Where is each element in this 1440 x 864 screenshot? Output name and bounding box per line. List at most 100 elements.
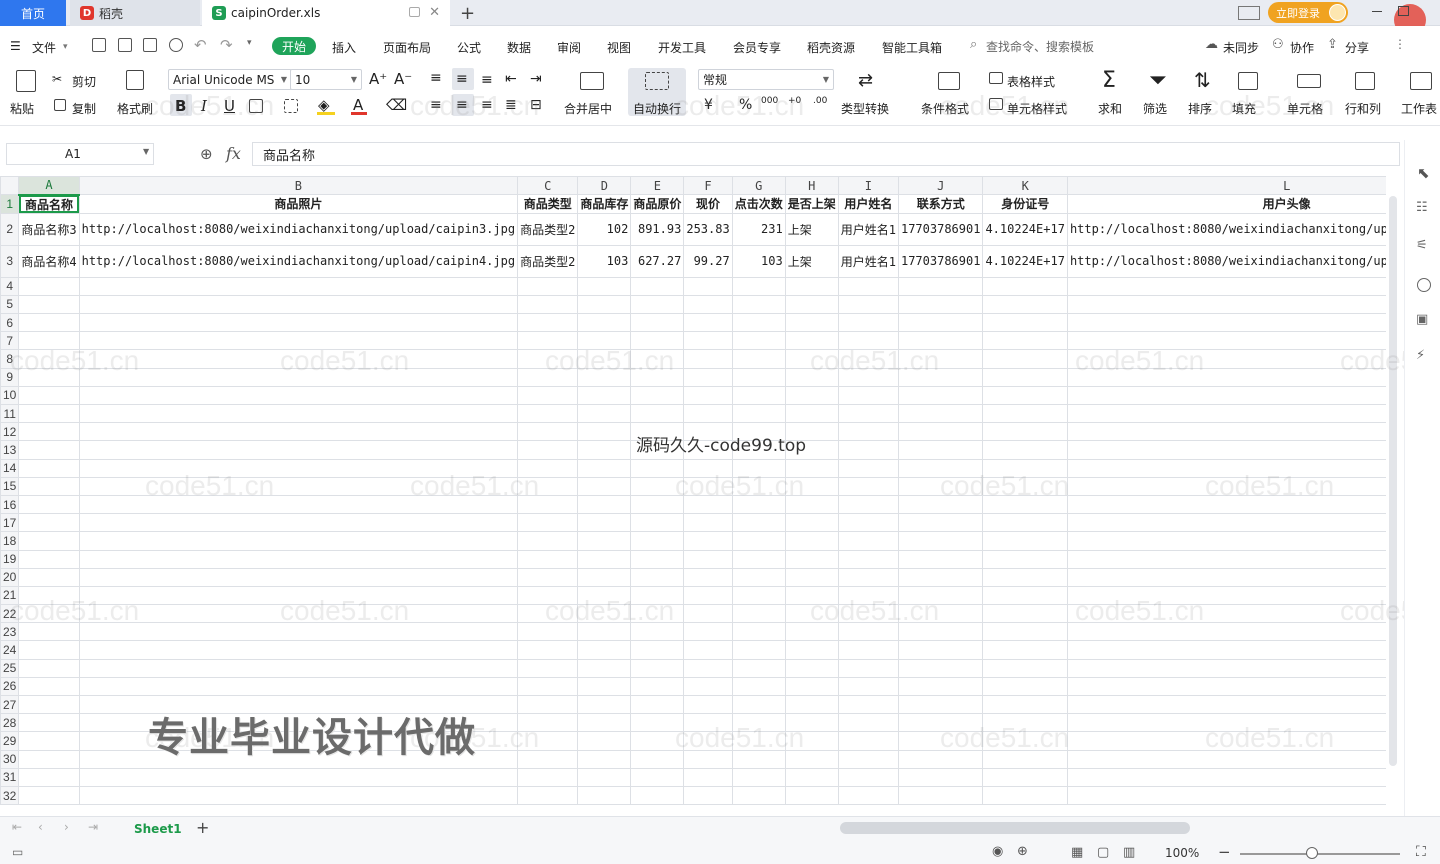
cell-d15[interactable] (577, 476, 632, 496)
redo-icon[interactable]: ↷ (220, 36, 233, 54)
cell-k14[interactable] (982, 458, 1068, 478)
row-header-30[interactable]: 30 (0, 749, 20, 769)
cell-g6[interactable] (731, 313, 786, 333)
cell-c4[interactable] (517, 276, 579, 296)
cell-d26[interactable] (577, 676, 632, 697)
cell-e8[interactable] (630, 349, 685, 369)
cell-k17[interactable] (982, 513, 1068, 533)
cell-b6[interactable] (78, 313, 519, 333)
cell-g26[interactable] (731, 676, 786, 697)
cell-j8[interactable] (897, 349, 984, 369)
cell-e18[interactable] (630, 531, 685, 551)
cell-d23[interactable] (577, 622, 632, 642)
more-icon[interactable]: ⋮ (1394, 37, 1406, 51)
cell-h3[interactable]: 上架 (784, 244, 839, 278)
cell-d13[interactable] (577, 440, 632, 460)
cell-e19[interactable] (630, 549, 685, 569)
cell-k19[interactable] (982, 549, 1068, 569)
column-header-d[interactable]: D (577, 176, 632, 196)
row-header-29[interactable]: 29 (0, 731, 20, 751)
cell-i15[interactable] (837, 476, 899, 496)
cell-e27[interactable] (630, 694, 685, 715)
cell-d19[interactable] (577, 549, 632, 569)
cell-j15[interactable] (897, 476, 984, 496)
cell-f19[interactable] (683, 549, 733, 569)
cell-l24[interactable] (1066, 640, 1386, 660)
cell-f7[interactable] (683, 331, 733, 351)
cell-f24[interactable] (683, 640, 733, 660)
cell-l20[interactable] (1066, 567, 1386, 587)
cell-e6[interactable] (630, 313, 685, 333)
distributed-icon[interactable]: ⊟ (530, 97, 542, 113)
cell-b19[interactable] (78, 549, 519, 569)
column-header-k[interactable]: K (982, 176, 1068, 196)
cell-l30[interactable] (1066, 749, 1386, 769)
cell-c31[interactable] (517, 767, 579, 787)
cell-e2[interactable]: 891.93 (630, 212, 685, 246)
row-header-31[interactable]: 31 (0, 767, 20, 787)
row-header-25[interactable]: 25 (0, 658, 20, 678)
cell-g17[interactable] (731, 513, 786, 533)
cell-k6[interactable] (982, 313, 1068, 333)
cell-k9[interactable] (982, 367, 1068, 387)
cell-i27[interactable] (837, 694, 899, 715)
cell-j3[interactable]: 17703786901 (897, 244, 984, 278)
cell-b26[interactable] (78, 676, 519, 697)
copy-button[interactable]: 复制 (72, 100, 96, 117)
menu-data[interactable]: 数据 (507, 39, 531, 56)
cell-a27[interactable] (18, 694, 80, 715)
cell-a3[interactable]: 商品名称4 (18, 244, 80, 278)
zoom-formula-icon[interactable]: ⊕ (200, 145, 213, 163)
cell-h17[interactable] (784, 513, 839, 533)
cell-i30[interactable] (837, 749, 899, 769)
cell-k27[interactable] (982, 694, 1068, 715)
cell-i14[interactable] (837, 458, 899, 478)
cell-g20[interactable] (731, 567, 786, 587)
cell-f29[interactable] (683, 731, 733, 751)
cell-a13[interactable] (18, 440, 80, 460)
cell-e14[interactable] (630, 458, 685, 478)
sort-button[interactable]: 排序 (1188, 100, 1212, 117)
cell-l26[interactable] (1066, 676, 1386, 697)
cell-d32[interactable] (577, 785, 632, 806)
menu-page-layout[interactable]: 页面布局 (383, 39, 431, 56)
cell-l31[interactable] (1066, 767, 1386, 787)
filter-button[interactable]: 筛选 (1143, 100, 1167, 117)
cell-j10[interactable] (897, 385, 984, 406)
cell-e21[interactable] (630, 585, 685, 606)
input-method-icon[interactable]: ⊕ (1017, 844, 1028, 859)
cell-c11[interactable] (517, 403, 579, 424)
cell-h30[interactable] (784, 749, 839, 769)
indent-decrease-icon[interactable]: ⇤ (505, 71, 517, 87)
cell-g29[interactable] (731, 731, 786, 751)
sum-button[interactable]: 求和 (1098, 100, 1122, 117)
cell-c8[interactable] (517, 349, 579, 369)
row-header-22[interactable]: 22 (0, 604, 20, 624)
cell-c13[interactable] (517, 440, 579, 460)
cell-k26[interactable] (982, 676, 1068, 697)
cell-j32[interactable] (897, 785, 984, 806)
cell-j29[interactable] (897, 731, 984, 751)
cell-g32[interactable] (731, 785, 786, 806)
column-header-i[interactable]: I (837, 176, 899, 196)
cell-d6[interactable] (577, 313, 632, 333)
menu-file[interactable]: 文件 (32, 39, 56, 56)
cell-k3[interactable]: 4.10224E+17 (982, 244, 1068, 278)
cut-button[interactable]: 剪切 (72, 73, 96, 90)
cell-b8[interactable] (78, 349, 519, 369)
cell-g3[interactable]: 103 (731, 244, 786, 278)
cell-c21[interactable] (517, 585, 579, 606)
cell-k22[interactable] (982, 604, 1068, 624)
cell-h15[interactable] (784, 476, 839, 496)
cell-d12[interactable] (577, 422, 632, 442)
cell-l15[interactable] (1066, 476, 1386, 496)
cell-h21[interactable] (784, 585, 839, 606)
cell-h9[interactable] (784, 367, 839, 387)
font-family-select[interactable]: Arial Unicode MS ▼ (168, 69, 292, 90)
cell-i11[interactable] (837, 403, 899, 424)
sync-status[interactable]: 未同步 (1223, 39, 1259, 56)
cell-j17[interactable] (897, 513, 984, 533)
zoom-slider[interactable] (1240, 853, 1400, 855)
tab-home[interactable]: 首页 (0, 0, 66, 26)
cell-l27[interactable] (1066, 694, 1386, 715)
